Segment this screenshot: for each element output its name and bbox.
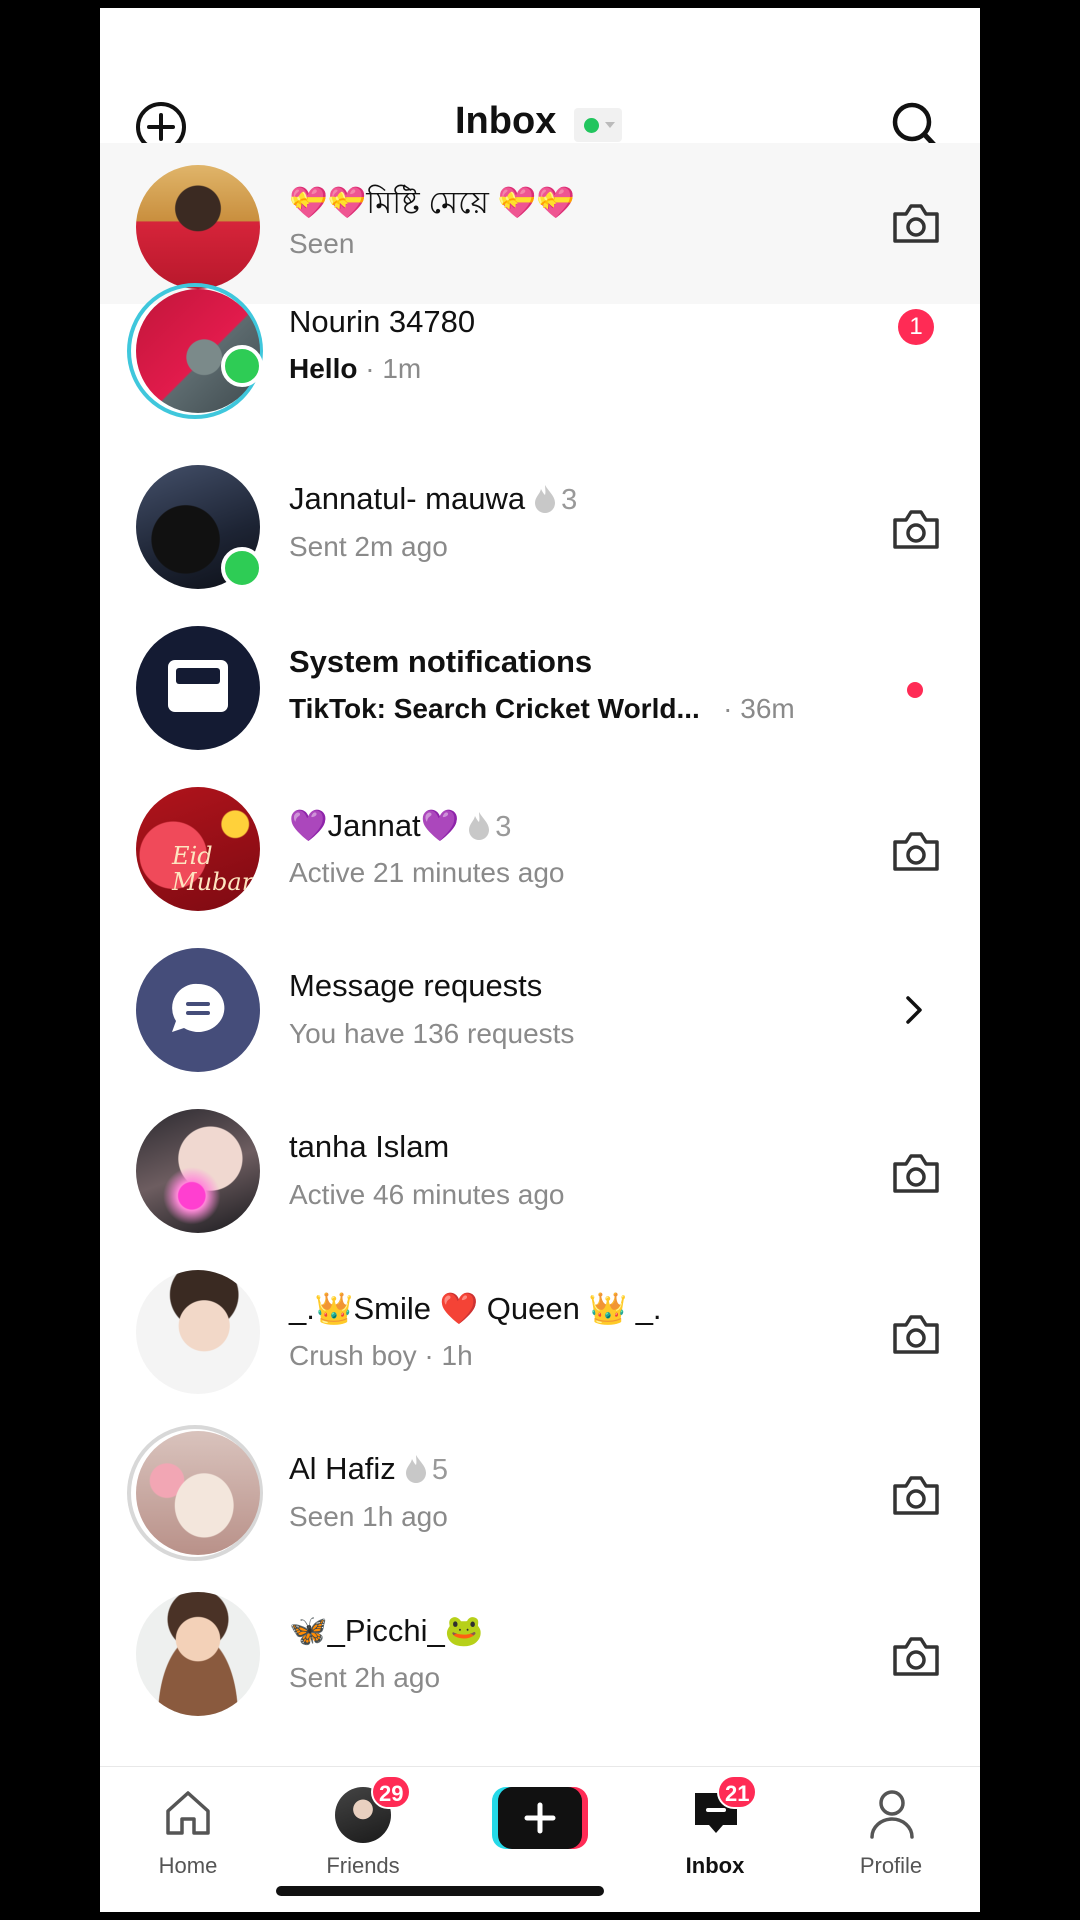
online-indicator xyxy=(221,345,263,387)
conversation-row[interactable]: Eid Mubarak 💜Jannat💜 3 Active 21 minutes … xyxy=(100,787,980,948)
online-indicator xyxy=(221,547,263,589)
conversation-row[interactable]: 💝💝মিষ্টি মেয়ে 💝💝 Seen xyxy=(100,143,980,304)
avatar xyxy=(136,1270,260,1394)
message-time: · 1m xyxy=(365,353,422,384)
requests-count: You have 136 requests xyxy=(289,1018,575,1049)
tab-label: Friends xyxy=(326,1853,400,1878)
contact-name: 💝💝মিষ্টি মেয়ে 💝💝 xyxy=(289,185,575,220)
conversation-row[interactable]: System notifications TikTok: Search Cric… xyxy=(100,626,980,787)
chevron-right-icon[interactable] xyxy=(902,993,926,1027)
profile-icon xyxy=(870,1790,914,1839)
chat-bubble-icon xyxy=(172,983,225,1032)
conversation-status: Sent 2h ago xyxy=(289,1662,441,1693)
status-selector[interactable] xyxy=(574,108,622,142)
avatar xyxy=(136,1109,260,1233)
avatar xyxy=(136,1592,260,1716)
contact-name: Jannatul- mauwa xyxy=(289,481,526,516)
contact-name: Nourin 34780 xyxy=(289,304,476,339)
caret-down-icon xyxy=(605,122,615,128)
online-status-dot xyxy=(584,118,599,133)
conversation-status: Active 21 minutes ago xyxy=(289,857,565,888)
friends-badge: 29 xyxy=(371,1775,412,1809)
unread-badge: 1 xyxy=(898,309,934,345)
contact-name: Al Hafiz xyxy=(289,1451,396,1486)
tab-label: Profile xyxy=(859,1853,923,1878)
conversation-row[interactable]: 🦋_Picchi_🐸 Sent 2h ago xyxy=(100,1592,980,1753)
home-indicator xyxy=(276,1886,604,1896)
last-message: Hello xyxy=(289,353,358,384)
streak-count: 3 xyxy=(561,484,578,516)
message-requests-row[interactable]: Message requests You have 136 requests xyxy=(100,948,980,1109)
home-icon xyxy=(166,1791,210,1835)
contact-name: _.👑Smile ❤️ Queen 👑 _. xyxy=(289,1291,662,1326)
conversation-status: Seen 1h ago xyxy=(289,1501,448,1532)
streak-flame-icon xyxy=(405,1455,426,1483)
contact-name: tanha Islam xyxy=(289,1129,450,1164)
camera-icon[interactable] xyxy=(890,201,942,245)
avatar xyxy=(136,165,260,289)
tab-label: Inbox xyxy=(685,1853,745,1878)
conversation-row[interactable]: Jannatul- mauwa 3 Sent 2m ago xyxy=(100,465,980,626)
avatar: Eid Mubarak xyxy=(136,787,260,911)
contact-name: 🦋_Picchi_🐸 xyxy=(289,1613,484,1648)
inbox-badge: 21 xyxy=(717,1775,758,1809)
avatar-text: Eid Mubarak xyxy=(172,842,260,896)
avatar xyxy=(136,1431,260,1555)
unread-dot xyxy=(907,682,923,698)
requests-avatar xyxy=(136,948,260,1072)
system-avatar xyxy=(136,626,260,750)
streak-flame-icon xyxy=(535,485,556,513)
conversation-status: Active 46 minutes ago xyxy=(289,1179,565,1210)
page-title: Inbox xyxy=(455,100,557,142)
conversation-row[interactable]: _.👑Smile ❤️ Queen 👑 _. Crush boy · 1h xyxy=(100,1270,980,1431)
inbox-screen: Inbox 💝💝মিষ্টি মেয়ে 💝💝 Seen Nourin 3478… xyxy=(100,8,980,1912)
create-plus-icon[interactable] xyxy=(492,1787,588,1849)
conversation-status: Seen xyxy=(289,228,355,259)
tab-label: Home xyxy=(158,1853,218,1878)
message-time: · 36m xyxy=(723,693,795,724)
conversation-row[interactable]: Al Hafiz 5 Seen 1h ago xyxy=(100,1425,980,1592)
streak-count: 5 xyxy=(431,1454,448,1486)
camera-icon[interactable] xyxy=(890,507,942,551)
camera-icon[interactable] xyxy=(890,1151,942,1195)
streak-flame-icon xyxy=(469,812,490,840)
conversation-status: Crush boy · 1h xyxy=(289,1340,473,1371)
camera-icon[interactable] xyxy=(890,829,942,873)
contact-name: System notifications xyxy=(289,644,593,679)
conversation-status: Sent 2m ago xyxy=(289,531,448,562)
contact-name: Message requests xyxy=(289,968,543,1003)
conversation-row[interactable]: tanha Islam Active 46 minutes ago xyxy=(100,1109,980,1270)
contact-name: 💜Jannat💜 xyxy=(289,808,460,843)
last-message: TikTok: Search Cricket World... xyxy=(289,693,700,724)
conversation-row[interactable]: Nourin 34780 Hello · 1m 1 xyxy=(100,283,980,465)
streak-count: 3 xyxy=(495,811,512,843)
camera-icon[interactable] xyxy=(890,1634,942,1678)
inbox-tray-icon xyxy=(168,660,228,712)
camera-icon[interactable] xyxy=(890,1312,942,1356)
camera-icon[interactable] xyxy=(890,1473,942,1517)
